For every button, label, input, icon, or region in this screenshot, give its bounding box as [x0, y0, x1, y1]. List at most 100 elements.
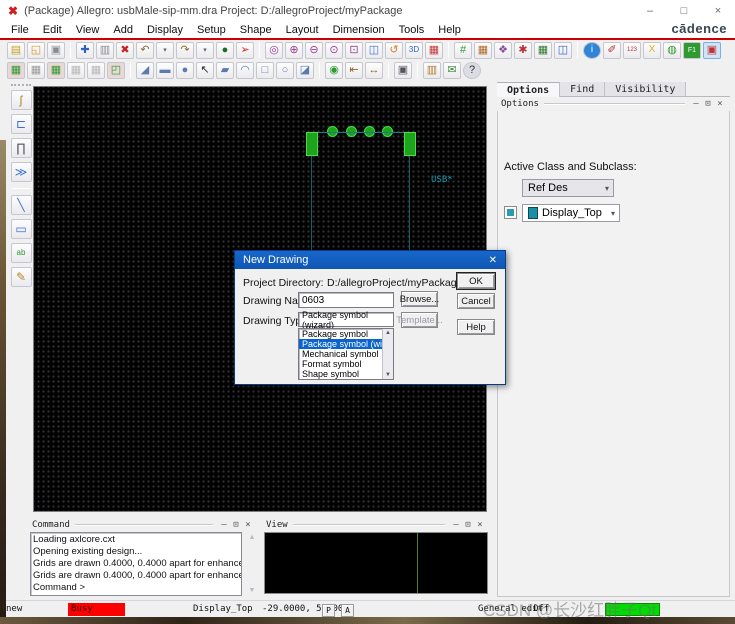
ok-button[interactable]: OK: [456, 272, 496, 290]
browse-button[interactable]: Browse...: [400, 291, 439, 307]
delete-icon[interactable]: ✖: [116, 41, 134, 59]
shape-rect-filled-icon[interactable]: ▬: [156, 61, 174, 79]
panel-close-icon[interactable]: ×: [242, 520, 254, 530]
pin-icon[interactable]: ➢: [236, 41, 254, 59]
panel-close-icon[interactable]: ×: [474, 520, 486, 530]
move-icon[interactable]: ✚: [76, 41, 94, 59]
subclass-dropdown[interactable]: Display_Top ▾: [522, 204, 620, 222]
menu-view[interactable]: View: [69, 24, 107, 36]
select-arrow-icon[interactable]: ↖: [196, 61, 214, 79]
world-view-icon[interactable]: ◍: [663, 41, 681, 59]
color-visibility-icon[interactable]: ▦: [474, 41, 492, 59]
shape-rect-outline-icon[interactable]: □: [256, 61, 274, 79]
color-dialog-icon[interactable]: ▦: [425, 41, 443, 59]
pad-rect-left[interactable]: [306, 132, 318, 156]
pin-spacing-icon[interactable]: ↔: [365, 61, 383, 79]
undo-dropdown-icon[interactable]: ▾: [156, 41, 174, 59]
export-mail-icon[interactable]: ✉: [443, 61, 461, 79]
subclass-visibility-checkbox[interactable]: [504, 206, 517, 219]
drawing-name-input[interactable]: 0603: [298, 292, 394, 308]
scroll-up-icon[interactable]: ▲: [249, 534, 256, 541]
tab-visibility[interactable]: Visibility: [605, 82, 687, 96]
shape-circle-filled-icon[interactable]: ●: [176, 61, 194, 79]
measure-icon[interactable]: 123: [623, 41, 641, 59]
help-button[interactable]: Help: [457, 319, 495, 335]
menu-setup[interactable]: Setup: [190, 24, 233, 36]
info-icon[interactable]: i: [583, 41, 601, 59]
shadow-top-icon[interactable]: ▦: [7, 61, 25, 79]
p-button[interactable]: P: [322, 604, 335, 617]
shape-polygon-icon[interactable]: ▰: [216, 61, 234, 79]
constraint-icon[interactable]: ✱: [514, 41, 532, 59]
toolbar-drag-handle[interactable]: [11, 84, 31, 86]
shape-arc-icon[interactable]: ◠: [236, 61, 254, 79]
close-button[interactable]: ×: [701, 0, 735, 22]
pad-rect-right[interactable]: [404, 132, 416, 156]
panel-minimize-icon[interactable]: –: [690, 99, 702, 109]
drawing-type-option[interactable]: Package symbol: [299, 329, 393, 339]
cross-section-icon[interactable]: ◫: [554, 41, 572, 59]
a-button[interactable]: A: [341, 604, 354, 617]
command-console[interactable]: Loading axlcore.cxt Opening existing desi…: [30, 532, 242, 596]
add-connect-icon[interactable]: ʃ: [10, 90, 32, 110]
menu-add[interactable]: Add: [106, 24, 140, 36]
symbol-edit-icon[interactable]: ❖: [494, 41, 512, 59]
save-icon[interactable]: ▣: [47, 41, 65, 59]
tab-options[interactable]: Options: [497, 82, 561, 97]
drawing-type-option[interactable]: Shape symbol: [299, 369, 393, 379]
shape-circle-outline-icon[interactable]: ○: [276, 61, 294, 79]
shadow-bottom-icon[interactable]: ▦: [27, 61, 45, 79]
spreadsheet-icon[interactable]: ▦: [534, 41, 552, 59]
shape-corner-icon[interactable]: ◢: [136, 61, 154, 79]
panel-close-icon[interactable]: ×: [714, 99, 726, 109]
copy-icon[interactable]: ▥: [96, 41, 114, 59]
maximize-button[interactable]: □: [667, 0, 701, 22]
list-scrollbar[interactable]: ▲ ▼: [382, 329, 393, 379]
custom-smooth-icon[interactable]: ∏: [10, 138, 32, 158]
shove-icon[interactable]: ●: [216, 41, 234, 59]
add-line-icon[interactable]: ╲: [10, 195, 32, 215]
delay-tune-icon[interactable]: ≫: [10, 162, 32, 182]
properties-icon[interactable]: ✐: [603, 41, 621, 59]
layer-lock-icon[interactable]: ▦: [67, 61, 85, 79]
undo-icon[interactable]: ↶: [136, 41, 154, 59]
add-rect-icon[interactable]: ▭: [10, 219, 32, 239]
f1-help-icon[interactable]: F1: [683, 41, 701, 59]
help-icon[interactable]: ?: [463, 61, 481, 79]
zoom-selection-icon[interactable]: ⊙: [325, 41, 343, 59]
tab-find[interactable]: Find: [560, 82, 606, 96]
zoom-world-icon[interactable]: ◫: [365, 41, 383, 59]
open-folder-icon[interactable]: ◱: [27, 41, 45, 59]
menu-dimension[interactable]: Dimension: [326, 24, 392, 36]
menu-file[interactable]: File: [4, 24, 36, 36]
scroll-up-icon[interactable]: ▲: [385, 330, 391, 336]
cancel-button[interactable]: Cancel: [457, 293, 495, 309]
drawing-type-option[interactable]: Package symbol (wizard): [299, 339, 393, 349]
scroll-down-icon[interactable]: ▼: [385, 372, 391, 378]
zoom-out-icon[interactable]: ⊖: [305, 41, 323, 59]
minimize-button[interactable]: –: [633, 0, 667, 22]
dialog-close-icon[interactable]: ✕: [489, 255, 497, 266]
shadow-all-icon[interactable]: ▦: [47, 61, 65, 79]
menu-display[interactable]: Display: [140, 24, 190, 36]
menu-tools[interactable]: Tools: [392, 24, 432, 36]
scroll-down-icon[interactable]: ▼: [249, 587, 256, 594]
placement-pick-icon[interactable]: ▣: [703, 41, 721, 59]
drawing-type-combo[interactable]: Package symbol (wizard): [298, 310, 394, 330]
view-3d-icon[interactable]: 3D: [405, 41, 423, 59]
menu-help[interactable]: Help: [431, 24, 468, 36]
shape-shaded-icon[interactable]: ◪: [296, 61, 314, 79]
pin-spacing-left-icon[interactable]: ⇤: [345, 61, 363, 79]
waive-drc-icon[interactable]: X: [643, 41, 661, 59]
menu-edit[interactable]: Edit: [36, 24, 69, 36]
add-text-icon[interactable]: ab: [10, 243, 32, 263]
zoom-in-icon[interactable]: ⊕: [285, 41, 303, 59]
menu-shape[interactable]: Shape: [233, 24, 279, 36]
corner-view-icon[interactable]: ◰: [107, 61, 125, 79]
edit-text-icon[interactable]: ✎: [10, 267, 32, 287]
redo-dropdown-icon[interactable]: ▾: [196, 41, 214, 59]
menu-layout[interactable]: Layout: [279, 24, 326, 36]
panel-float-icon[interactable]: ⊡: [230, 520, 242, 530]
panel-float-icon[interactable]: ⊡: [462, 520, 474, 530]
redo-icon[interactable]: ↷: [176, 41, 194, 59]
